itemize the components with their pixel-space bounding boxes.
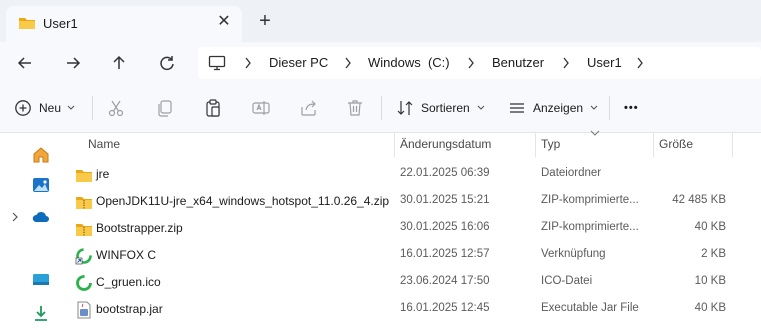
file-date: 30.01.2025 15:21 bbox=[400, 194, 490, 206]
file-name: WINFOX C bbox=[96, 248, 156, 262]
navigation-bar: Dieser PC Windows (C:) Benutzer User1 bbox=[0, 42, 761, 84]
tab-title: User1 bbox=[43, 16, 78, 31]
file-date: 30.01.2025 16:06 bbox=[400, 221, 490, 233]
file-size: 42 485 KB bbox=[672, 194, 726, 206]
file-row[interactable]: bootstrap.jar 16.01.2025 12:45 Executabl… bbox=[62, 296, 761, 323]
column-divider[interactable] bbox=[653, 133, 654, 157]
file-size: 40 KB bbox=[694, 221, 726, 233]
file-type: ICO-Datei bbox=[541, 275, 593, 287]
view-button-label: Anzeigen bbox=[533, 101, 584, 115]
file-type: Verknüpfung bbox=[541, 248, 606, 260]
file-type: Dateiordner bbox=[541, 167, 602, 179]
sort-button-label: Sortieren bbox=[421, 101, 470, 115]
chevron-right-icon[interactable] bbox=[343, 55, 353, 71]
refresh-icon[interactable] bbox=[156, 52, 178, 74]
delete-icon[interactable] bbox=[345, 98, 365, 118]
sort-indicator-icon bbox=[590, 130, 600, 136]
title-bar: User1 ✕ + bbox=[0, 0, 761, 42]
file-size: 40 KB bbox=[694, 302, 726, 314]
command-bar: Neu Sortieren Anzeigen ••• bbox=[0, 84, 761, 133]
file-date: 16.01.2025 12:45 bbox=[400, 302, 490, 314]
chevron-right-icon[interactable] bbox=[561, 55, 571, 71]
chevron-down-icon bbox=[477, 105, 485, 110]
sort-icon bbox=[397, 101, 413, 115]
tab-user1[interactable]: User1 ✕ bbox=[6, 6, 242, 42]
rename-icon[interactable] bbox=[251, 98, 271, 118]
breadcrumb-dieser-pc[interactable]: Dieser PC bbox=[269, 55, 328, 70]
column-header-size[interactable]: Größe bbox=[659, 137, 693, 151]
column-header-type[interactable]: Typ bbox=[541, 137, 560, 151]
new-button[interactable]: Neu bbox=[14, 97, 75, 119]
divider bbox=[92, 96, 93, 120]
column-header-name[interactable]: Name bbox=[88, 137, 120, 151]
chevron-right-icon[interactable] bbox=[11, 212, 19, 222]
copy-icon[interactable] bbox=[155, 98, 175, 118]
divider bbox=[381, 96, 382, 120]
chevron-right-icon[interactable] bbox=[635, 55, 645, 71]
cut-icon[interactable] bbox=[106, 98, 126, 118]
downloads-icon[interactable] bbox=[31, 303, 51, 323]
shortcut-icon bbox=[75, 248, 92, 265]
column-divider[interactable] bbox=[732, 133, 733, 157]
up-arrow-icon[interactable] bbox=[108, 52, 130, 74]
home-icon[interactable] bbox=[31, 145, 51, 165]
zip-folder-icon bbox=[76, 197, 92, 209]
navigation-pane bbox=[0, 133, 62, 330]
file-type: Executable Jar File bbox=[541, 302, 639, 314]
file-type: ZIP-komprimierte... bbox=[541, 221, 639, 233]
more-options-button[interactable]: ••• bbox=[624, 97, 639, 119]
computer-icon bbox=[208, 55, 226, 71]
file-name: jre bbox=[96, 167, 110, 181]
view-button[interactable]: Anzeigen bbox=[508, 97, 598, 119]
close-tab-icon[interactable]: ✕ bbox=[214, 12, 234, 32]
onedrive-cloud-icon[interactable] bbox=[31, 207, 51, 227]
forward-arrow-icon[interactable] bbox=[62, 52, 84, 74]
file-row[interactable]: OpenJDK11U-jre_x64_windows_hotspot_11.0.… bbox=[62, 188, 761, 215]
column-divider[interactable] bbox=[535, 133, 536, 157]
chevron-right-icon[interactable] bbox=[243, 55, 253, 71]
file-type: ZIP-komprimierte... bbox=[541, 194, 639, 206]
zip-folder-icon bbox=[76, 224, 92, 236]
breadcrumb-windows-c[interactable]: Windows (C:) bbox=[368, 55, 450, 70]
breadcrumb-user1[interactable]: User1 bbox=[587, 55, 622, 70]
file-name: Bootstrapper.zip bbox=[96, 221, 183, 235]
file-row[interactable]: Bootstrapper.zip 30.01.2025 16:06 ZIP-ko… bbox=[62, 215, 761, 242]
breadcrumb-benutzer[interactable]: Benutzer bbox=[492, 55, 544, 70]
new-button-label: Neu bbox=[39, 101, 62, 115]
chevron-down-icon bbox=[590, 105, 598, 110]
new-tab-button[interactable]: + bbox=[254, 10, 276, 32]
file-date: 23.06.2024 17:50 bbox=[400, 275, 490, 287]
divider bbox=[609, 96, 610, 120]
view-list-icon bbox=[510, 103, 524, 113]
column-divider[interactable] bbox=[394, 133, 395, 157]
file-date: 22.01.2025 06:39 bbox=[400, 167, 490, 179]
folder-icon bbox=[19, 18, 35, 29]
plus-circle-icon bbox=[15, 100, 31, 116]
share-icon[interactable] bbox=[299, 98, 319, 118]
jar-file-icon bbox=[77, 301, 91, 319]
file-name: C_gruen.ico bbox=[96, 275, 161, 289]
chevron-down-icon bbox=[67, 105, 75, 110]
column-header-date[interactable]: Änderungsdatum bbox=[400, 137, 491, 151]
file-size: 2 KB bbox=[701, 248, 726, 260]
file-name: OpenJDK11U-jre_x64_windows_hotspot_11.0.… bbox=[96, 194, 390, 208]
chevron-right-icon[interactable] bbox=[466, 55, 476, 71]
file-date: 16.01.2025 12:57 bbox=[400, 248, 490, 260]
file-name: bootstrap.jar bbox=[96, 302, 163, 316]
desktop-icon[interactable] bbox=[31, 270, 51, 290]
sort-button[interactable]: Sortieren bbox=[396, 97, 485, 119]
back-arrow-icon[interactable] bbox=[14, 52, 36, 74]
file-size: 10 KB bbox=[694, 275, 726, 287]
address-bar[interactable]: Dieser PC Windows (C:) Benutzer User1 bbox=[198, 47, 761, 79]
folder-icon bbox=[76, 170, 92, 182]
gallery-icon[interactable] bbox=[31, 175, 51, 195]
file-list: Name Änderungsdatum Typ Größe jre 22.01.… bbox=[62, 130, 761, 330]
paste-icon[interactable] bbox=[203, 98, 223, 118]
file-row[interactable]: jre 22.01.2025 06:39 Dateiordner bbox=[62, 161, 761, 188]
ico-file-icon bbox=[76, 275, 92, 291]
file-row[interactable]: WINFOX C 16.01.2025 12:57 Verknüpfung 2 … bbox=[62, 242, 761, 269]
file-row[interactable]: C_gruen.ico 23.06.2024 17:50 ICO-Datei 1… bbox=[62, 269, 761, 296]
